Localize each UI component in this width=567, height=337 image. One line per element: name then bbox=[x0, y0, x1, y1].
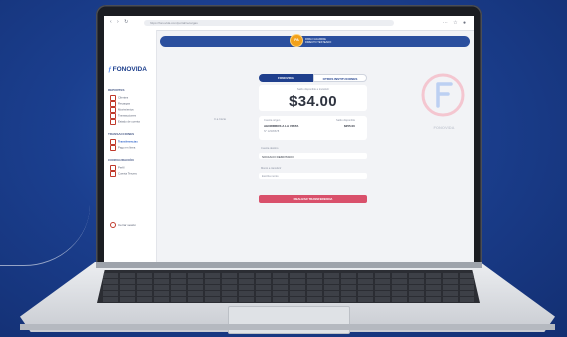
logo-text: FONOVIDA bbox=[112, 66, 147, 73]
available-balance-title: Saldo disponible bbox=[336, 119, 356, 122]
source-account-title: Cuenta origen bbox=[264, 119, 281, 122]
logo-f-icon: ƒ bbox=[108, 66, 112, 73]
browser-menu-icons[interactable]: ⋯ ☆ ● bbox=[443, 20, 468, 26]
source-account-value: AHORRROS A LA VISTA bbox=[264, 124, 299, 128]
app-header: PA PABLO AGUIRRE DIRECTO TESTEADO bbox=[160, 34, 470, 47]
amount-label: Monto a transferir bbox=[261, 167, 282, 170]
key-row bbox=[103, 273, 474, 278]
sidebar-item-estado-cuenta[interactable]: Estado de cuenta bbox=[110, 119, 140, 125]
key-row bbox=[103, 291, 474, 296]
sidebar-section-transacciones: TRANSACCIONES bbox=[108, 132, 135, 136]
institution-tabs: FONOVIDA OTROS INSTITUCIONES bbox=[259, 74, 367, 82]
sidebar: ƒFONOVIDA REPORTES Clientes Recargas Mov… bbox=[104, 30, 157, 262]
balance-card: Saldo disponible a transferir $34.00 bbox=[259, 85, 367, 111]
dest-account-label: Cuenta destino bbox=[261, 147, 279, 150]
key-row bbox=[103, 297, 474, 302]
close-icon bbox=[110, 171, 116, 177]
avatar[interactable]: PA bbox=[290, 34, 303, 47]
balance-amount: $34.00 bbox=[289, 93, 337, 110]
tab-otras-instituciones[interactable]: OTROS INSTITUCIONES bbox=[313, 74, 367, 82]
power-icon bbox=[110, 222, 116, 228]
address-bar-url: https://fonovida.com/portal/recargas bbox=[150, 21, 198, 25]
available-balance-value: $255.00 bbox=[344, 124, 355, 128]
amount-placeholder: Escriba monto bbox=[262, 174, 279, 178]
laptop-screen: ‹ › ↻ https://fonovida.com/portal/recarg… bbox=[104, 16, 474, 262]
app-logo[interactable]: ƒFONOVIDA bbox=[108, 66, 147, 73]
key-row bbox=[103, 285, 474, 290]
tab-fonovida[interactable]: FONOVIDA bbox=[259, 74, 313, 82]
submit-transfer-button[interactable]: REALIZAR TRANSFERENCIA bbox=[259, 195, 367, 203]
source-account-number: N° 12345678 bbox=[264, 130, 280, 133]
card-icon bbox=[110, 145, 116, 151]
sidebar-item-pago-linea[interactable]: Pago en línea bbox=[110, 145, 135, 151]
dest-account-value: SOCIACO DEMOTADO bbox=[262, 154, 294, 159]
home-link[interactable]: Ir a Inicio bbox=[214, 117, 226, 121]
browser-nav-icons[interactable]: ‹ › ↻ bbox=[110, 19, 130, 25]
key-row bbox=[103, 279, 474, 284]
laptop-hinge bbox=[96, 262, 482, 268]
fonovida-watermark-icon bbox=[421, 73, 465, 117]
laptop-front-edge bbox=[20, 324, 555, 330]
browser-toolbar: ‹ › ↻ https://fonovida.com/portal/recarg… bbox=[104, 16, 474, 31]
background-swoosh bbox=[0, 205, 90, 266]
dest-account-field[interactable]: SOCIACO DEMOTADO bbox=[259, 153, 367, 159]
sidebar-section-configuracion: CONFIGURACIÓN bbox=[108, 158, 134, 162]
balance-label: Saldo disponible a transferir bbox=[296, 88, 330, 91]
sidebar-section-reportes: REPORTES bbox=[108, 88, 125, 92]
keyboard bbox=[97, 270, 480, 303]
sidebar-item-cuenta-tercero[interactable]: Cuenta Tercero bbox=[110, 171, 137, 177]
user-info: PABLO AGUIRRE DIRECTO TESTEADO bbox=[305, 38, 331, 44]
source-account-card[interactable]: Cuenta origen AHORRROS A LA VISTA N° 123… bbox=[259, 116, 367, 140]
logout-button[interactable]: Cerrar sesión bbox=[110, 222, 136, 228]
watermark-text: FONOVIDA bbox=[433, 125, 455, 130]
user-subtitle: DIRECTO TESTEADO bbox=[305, 41, 332, 45]
document-icon bbox=[110, 119, 116, 125]
address-bar[interactable]: https://fonovida.com/portal/recargas bbox=[144, 20, 394, 26]
amount-input[interactable]: Escriba monto bbox=[259, 173, 367, 179]
